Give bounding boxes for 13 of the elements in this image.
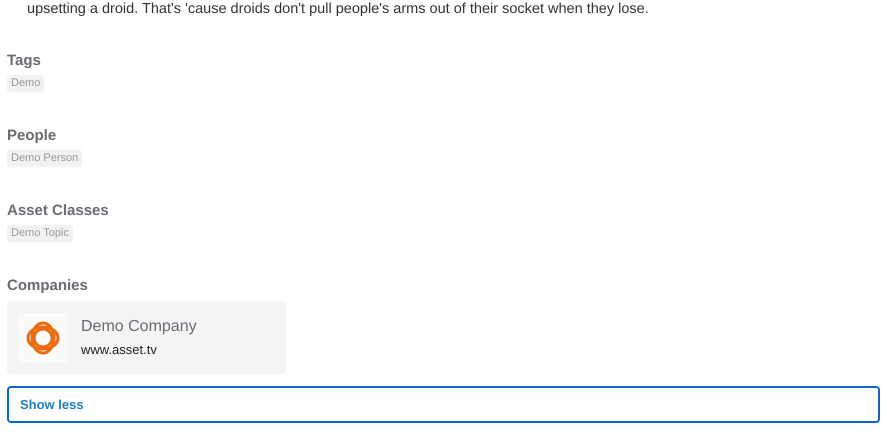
company-card[interactable]: Demo Company www.asset.tv	[7, 301, 286, 374]
show-less-button[interactable]: Show less	[7, 386, 880, 423]
section-heading: Companies	[7, 277, 88, 295]
section-heading: Tags	[7, 52, 41, 70]
tag-chip[interactable]: Demo	[7, 75, 44, 92]
tag-chip[interactable]: Demo Person	[7, 150, 82, 167]
tag-chip[interactable]: Demo Topic	[7, 225, 73, 242]
company-logo-icon	[18, 312, 68, 362]
section-heading: People	[7, 127, 56, 145]
company-name: Demo Company	[81, 318, 197, 336]
company-website: www.asset.tv	[81, 342, 158, 357]
section-heading: Asset Classes	[7, 202, 109, 220]
description-text: upsetting a droid. That's 'cause droids don't pull people's arms out of their socket when they lose.	[27, 0, 650, 18]
